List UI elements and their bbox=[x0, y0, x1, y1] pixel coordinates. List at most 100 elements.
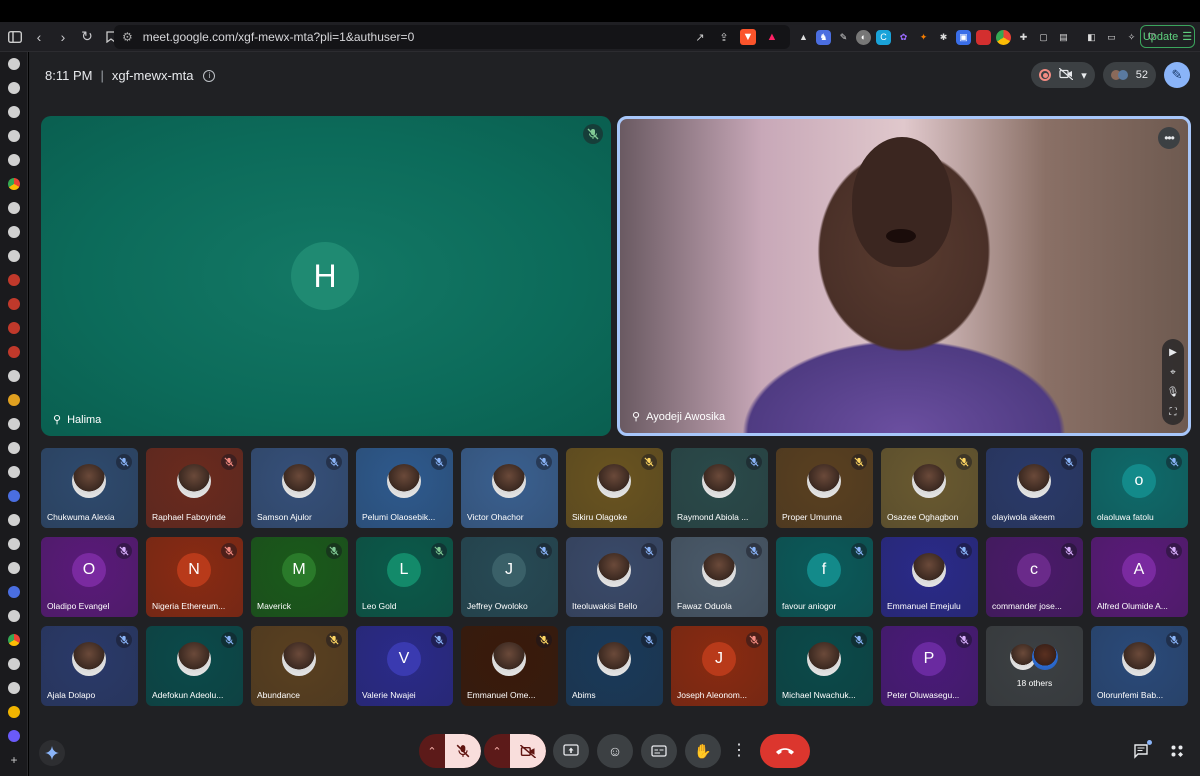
participant-tile[interactable]: A Alfred Olumide A... bbox=[1091, 537, 1188, 617]
sidebar-app-icon[interactable] bbox=[8, 610, 20, 622]
eyedropper-icon[interactable]: ✎ bbox=[836, 30, 851, 45]
participant-tile[interactable]: V Valerie Nwajei bbox=[356, 626, 453, 706]
sidebar-app-icon[interactable] bbox=[8, 562, 20, 574]
camera-options-chevron-icon[interactable]: ⌃ bbox=[484, 734, 510, 768]
sidebar-app-icon[interactable] bbox=[8, 514, 20, 526]
participant-tile[interactable]: Raphael Faboyinde bbox=[146, 448, 243, 528]
sidebar-app-icon[interactable] bbox=[8, 106, 20, 118]
participant-tile[interactable]: Chukwuma Alexia bbox=[41, 448, 138, 528]
play-icon[interactable]: ▶ bbox=[1166, 345, 1180, 359]
sidebar-app-icon[interactable] bbox=[8, 442, 20, 454]
participant-tile[interactable]: Adefokun Adeolu... bbox=[146, 626, 243, 706]
sidebar-app-icon[interactable] bbox=[8, 346, 20, 358]
sidebar-app-icon[interactable] bbox=[8, 658, 20, 670]
activities-button[interactable] bbox=[1166, 740, 1188, 762]
site-settings-icon[interactable]: ⚙ bbox=[122, 30, 133, 44]
participant-tile[interactable]: P Peter Oluwasegu... bbox=[881, 626, 978, 706]
participant-tile[interactable]: Abims bbox=[566, 626, 663, 706]
participant-tile[interactable]: O Oladipo Evangel bbox=[41, 537, 138, 617]
participant-tile[interactable]: N Nigeria Ethereum... bbox=[146, 537, 243, 617]
participant-tile[interactable]: Raymond Abiola ... bbox=[671, 448, 768, 528]
participant-tile[interactable]: 18 others bbox=[986, 626, 1083, 706]
participant-tile[interactable]: Osazee Oghagbon bbox=[881, 448, 978, 528]
participant-tile[interactable]: Emmanuel Emejulu bbox=[881, 537, 978, 617]
chat-button[interactable] bbox=[1130, 740, 1152, 762]
extension-puzzle-blue-icon[interactable]: ♞ bbox=[816, 29, 831, 45]
sidebar-app-icon[interactable] bbox=[8, 130, 20, 142]
extension-gear-icon[interactable]: ✱ bbox=[936, 30, 951, 45]
participant-tile[interactable]: Iteoluwakisi Bello bbox=[566, 537, 663, 617]
update-button[interactable]: Update ☰ bbox=[1140, 25, 1195, 48]
participant-tile[interactable]: L Leo Gold bbox=[356, 537, 453, 617]
sidebar-app-icon[interactable] bbox=[8, 178, 20, 190]
participant-tile[interactable]: Proper Umunna bbox=[776, 448, 873, 528]
sidebar-app-icon[interactable] bbox=[8, 634, 20, 646]
participant-tile[interactable]: M Maverick bbox=[251, 537, 348, 617]
extension-cyan-icon[interactable]: C bbox=[876, 29, 891, 45]
more-options-button[interactable]: ⋮ bbox=[729, 734, 749, 768]
sidebar-app-icon[interactable] bbox=[8, 274, 20, 286]
more-options-icon[interactable]: ••• bbox=[1158, 127, 1180, 149]
participant-tile[interactable]: J Jeffrey Owoloko bbox=[461, 537, 558, 617]
captions-button[interactable] bbox=[641, 734, 677, 768]
sidebar-app-icon[interactable] bbox=[8, 58, 20, 70]
pin-tile-icon[interactable]: ⌖ bbox=[1166, 365, 1180, 379]
sidebar-app-icon[interactable] bbox=[8, 82, 20, 94]
brave-rewards-icon[interactable]: ▲ bbox=[764, 29, 780, 45]
participant-tile[interactable]: Sikiru Olagoke bbox=[566, 448, 663, 528]
sidebar-app-icon[interactable] bbox=[8, 298, 20, 310]
participant-tile[interactable]: Victor Ohachor bbox=[461, 448, 558, 528]
raise-hand-button[interactable]: ✋ bbox=[685, 734, 721, 768]
back-arrow-icon[interactable]: ‹ bbox=[28, 26, 50, 48]
share-icon[interactable]: ⇪ bbox=[716, 29, 732, 45]
participant-tile[interactable]: f favour aniogor bbox=[776, 537, 873, 617]
extension-purple-icon[interactable]: ✿ bbox=[896, 30, 911, 45]
mic-toggle-button[interactable] bbox=[445, 734, 481, 768]
brave-shield-icon[interactable]: ▼ bbox=[740, 29, 756, 45]
participant-tile[interactable]: olayiwola akeem bbox=[986, 448, 1083, 528]
add-sidebar-item-icon[interactable]: + bbox=[8, 753, 20, 767]
extensions-puzzle-icon[interactable]: ✚ bbox=[1016, 30, 1031, 45]
fullscreen-icon[interactable]: ⛶ bbox=[1166, 405, 1180, 419]
extension-red-icon[interactable] bbox=[976, 29, 991, 45]
sidebar-app-icon[interactable] bbox=[8, 682, 20, 694]
sidebar-app-icon[interactable] bbox=[8, 490, 20, 502]
open-external-icon[interactable]: ↗ bbox=[692, 29, 708, 45]
recording-pill[interactable]: ▾ bbox=[1031, 62, 1095, 88]
sidebar-app-icon[interactable] bbox=[8, 586, 20, 598]
sidebar-app-icon[interactable] bbox=[8, 538, 20, 550]
spotlight-tile-ayodeji[interactable]: ••• ▶ ⌖ 🎙 ⛶ ⚲ Ayodeji Awosika bbox=[617, 116, 1191, 436]
sidebar-toggle-icon[interactable] bbox=[4, 26, 26, 48]
sidebar-app-icon[interactable] bbox=[8, 466, 20, 478]
sidebar-app-icon[interactable] bbox=[8, 322, 20, 334]
sidebar-app-icon[interactable] bbox=[8, 250, 20, 262]
mic-options-chevron-icon[interactable]: ⌃ bbox=[419, 734, 445, 768]
leave-call-button[interactable] bbox=[760, 734, 810, 768]
extension-square-icon[interactable]: ▢ bbox=[1036, 30, 1051, 45]
participant-tile[interactable]: Olorunfemi Bab... bbox=[1091, 626, 1188, 706]
spotlight-tile-halima[interactable]: H ⚲ Halima bbox=[41, 116, 611, 436]
participant-tile[interactable]: Pelumi Olaosebik... bbox=[356, 448, 453, 528]
reload-icon[interactable]: ↻ bbox=[76, 26, 98, 48]
split-view-icon[interactable]: ◧ bbox=[1084, 30, 1099, 45]
sidebar-app-icon[interactable] bbox=[8, 394, 20, 406]
participant-tile[interactable]: c commander jose... bbox=[986, 537, 1083, 617]
sidebar-app-icon[interactable] bbox=[8, 730, 20, 742]
sidebar-app-icon[interactable] bbox=[8, 418, 20, 430]
participant-tile[interactable]: Ajala Dolapo bbox=[41, 626, 138, 706]
extension-grey-icon[interactable]: ◐ bbox=[856, 29, 871, 45]
sidebar-app-icon[interactable] bbox=[8, 706, 20, 718]
extension-orange-icon[interactable]: ✦ bbox=[916, 30, 931, 45]
participant-tile[interactable]: Emmanuel Ome... bbox=[461, 626, 558, 706]
extension-box-icon[interactable]: ▤ bbox=[1056, 30, 1071, 45]
meeting-info-icon[interactable]: i bbox=[203, 69, 216, 82]
forward-arrow-icon[interactable]: › bbox=[52, 26, 74, 48]
mic-icon[interactable]: 🎙 bbox=[1166, 385, 1180, 399]
participant-tile[interactable]: J Joseph Aleonom... bbox=[671, 626, 768, 706]
sidebar-app-icon[interactable] bbox=[8, 370, 20, 382]
sidebar-app-icon[interactable] bbox=[8, 226, 20, 238]
camera-toggle-button[interactable] bbox=[510, 734, 546, 768]
wallet-icon[interactable]: ▭ bbox=[1104, 30, 1119, 45]
present-screen-button[interactable] bbox=[553, 734, 589, 768]
gemini-star-icon[interactable] bbox=[39, 740, 65, 766]
